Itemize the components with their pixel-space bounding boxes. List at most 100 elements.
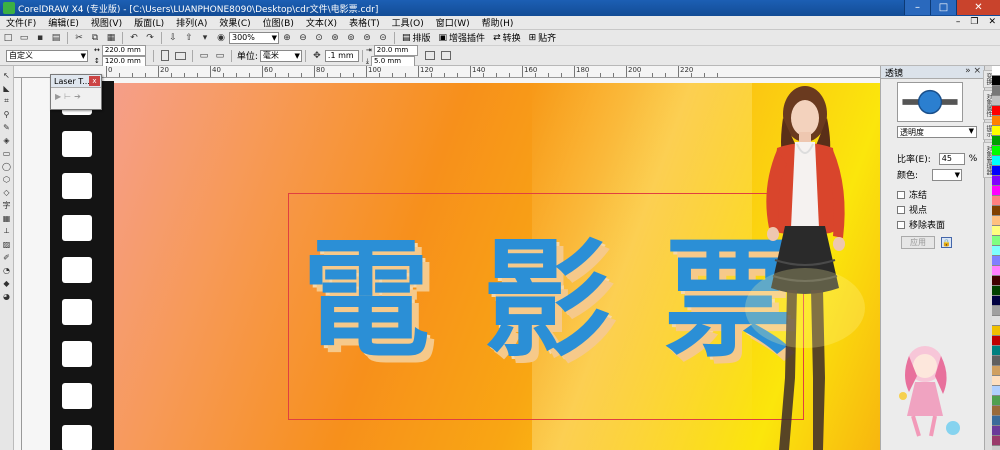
page-preset-combo[interactable]: 自定义 ▼	[6, 49, 88, 62]
palette-swatch[interactable]	[992, 326, 1000, 336]
palette-swatch[interactable]	[992, 296, 1000, 306]
launcher-icon[interactable]: ▾	[199, 32, 211, 44]
paste-icon[interactable]: ▦	[105, 32, 117, 44]
palette-swatch[interactable]	[992, 126, 1000, 136]
laser-node-icon[interactable]: ⊢	[64, 92, 71, 101]
remove-face-checkbox[interactable]	[897, 220, 905, 229]
palette-swatch[interactable]	[992, 236, 1000, 246]
polygon-tool-icon[interactable]: ⬡	[1, 174, 12, 184]
portrait-icon[interactable]	[159, 50, 171, 62]
close-button[interactable]: ✕	[956, 0, 1000, 15]
palette-swatch[interactable]	[992, 376, 1000, 386]
remove-face-row[interactable]: 移除表面	[897, 218, 945, 231]
palette-swatch[interactable]	[992, 76, 1000, 86]
menu-layout[interactable]: 版面(L)	[128, 16, 170, 29]
palette-swatch[interactable]	[992, 66, 1000, 76]
freehand-tool-icon[interactable]: ✎	[1, 122, 12, 132]
interactive-tool-icon[interactable]: ▨	[1, 239, 12, 249]
menu-effects[interactable]: 效果(C)	[213, 16, 256, 29]
laser-path-icon[interactable]: ▶	[55, 92, 61, 101]
freeze-row[interactable]: 冻结	[897, 188, 927, 201]
convert-button[interactable]: ⇄ 转换	[493, 31, 521, 45]
laser-tools-close-button[interactable]: x	[89, 76, 100, 86]
doc-minimize-button[interactable]: –	[956, 17, 961, 27]
lens-type-select[interactable]: 透明度 ▼	[897, 126, 977, 138]
maximize-button[interactable]: □	[930, 0, 956, 15]
menu-table[interactable]: 表格(T)	[343, 16, 386, 29]
menu-view[interactable]: 视图(V)	[85, 16, 128, 29]
doc-close-button[interactable]: ✕	[988, 17, 996, 27]
undo-icon[interactable]: ↶	[128, 32, 140, 44]
menu-file[interactable]: 文件(F)	[0, 16, 42, 29]
interactive-fill-icon[interactable]: ◕	[1, 291, 12, 301]
palette-swatch[interactable]	[992, 86, 1000, 96]
copy-icon[interactable]: ⧉	[89, 32, 101, 44]
lock-icon[interactable]: 🔒	[941, 237, 952, 248]
palette-swatch[interactable]	[992, 116, 1000, 126]
menu-bitmaps[interactable]: 位图(B)	[257, 16, 300, 29]
shape-tool-icon[interactable]: ◣	[1, 83, 12, 93]
viewpoint-checkbox[interactable]	[897, 205, 905, 214]
welcome-icon[interactable]: ◉	[215, 32, 227, 44]
landscape-icon[interactable]	[175, 50, 187, 62]
text-tool-icon[interactable]: 字	[1, 200, 12, 210]
zoom-width-icon[interactable]: ⊜	[361, 32, 373, 44]
palette-swatch[interactable]	[992, 96, 1000, 106]
palette-swatch[interactable]	[992, 276, 1000, 286]
menu-tools[interactable]: 工具(O)	[386, 16, 430, 29]
zoom-height-icon[interactable]: ⊝	[377, 32, 389, 44]
menu-edit[interactable]: 编辑(E)	[42, 16, 85, 29]
snap-button[interactable]: ⊞ 贴齐	[529, 31, 557, 45]
zoom-tool-icon[interactable]: ⚲	[1, 109, 12, 119]
palette-swatch[interactable]	[992, 256, 1000, 266]
laser-tools-window[interactable]: Laser T... x ▶ ⊢ ➔	[50, 74, 102, 110]
zoom-selected-icon[interactable]: ⊙	[313, 32, 325, 44]
basic-shapes-icon[interactable]: ◇	[1, 187, 12, 197]
ellipse-tool-icon[interactable]: ◯	[1, 161, 12, 171]
save-icon[interactable]: ▪	[34, 32, 46, 44]
palette-swatch[interactable]	[992, 146, 1000, 156]
palette-swatch[interactable]	[992, 426, 1000, 436]
palette-swatch[interactable]	[992, 166, 1000, 176]
laser-arrow-icon[interactable]: ➔	[74, 92, 81, 101]
redo-icon[interactable]: ↷	[144, 32, 156, 44]
units-combo[interactable]: 毫米 ▼	[259, 49, 302, 62]
palette-swatch[interactable]	[992, 356, 1000, 366]
menu-arrange[interactable]: 排列(A)	[170, 16, 213, 29]
enhance-plugin-button[interactable]: ▣ 增强插件	[439, 31, 486, 45]
new-icon[interactable]: □	[2, 32, 14, 44]
zoom-in-icon[interactable]: ⊕	[281, 32, 293, 44]
docker-controls-icon[interactable]: » ×	[965, 66, 981, 76]
menu-window[interactable]: 窗口(W)	[430, 16, 476, 29]
snap-objects-icon[interactable]	[440, 50, 452, 62]
palette-swatch[interactable]	[992, 156, 1000, 166]
palette-swatch[interactable]	[992, 106, 1000, 116]
palette-swatch[interactable]	[992, 216, 1000, 226]
cut-icon[interactable]: ✂	[73, 32, 85, 44]
open-icon[interactable]: ▭	[18, 32, 30, 44]
palette-swatch[interactable]	[992, 246, 1000, 256]
treat-as-filled-icon[interactable]	[424, 50, 436, 62]
pick-tool-icon[interactable]: ↖	[1, 70, 12, 80]
palette-swatch[interactable]	[992, 196, 1000, 206]
palette-swatch[interactable]	[992, 316, 1000, 326]
palette-swatch[interactable]	[992, 226, 1000, 236]
import-icon[interactable]: ⇩	[167, 32, 179, 44]
palette-swatch[interactable]	[992, 176, 1000, 186]
drawing-canvas[interactable]: 電 影 票	[22, 78, 880, 450]
rectangle-tool-icon[interactable]: ▭	[1, 148, 12, 158]
dup-y-input[interactable]: 5.0 mm	[371, 55, 416, 67]
vertical-ruler[interactable]	[14, 78, 22, 450]
eyedropper-icon[interactable]: ✐	[1, 252, 12, 262]
laser-tools-header[interactable]: Laser T... x	[51, 75, 101, 88]
palette-swatch[interactable]	[992, 396, 1000, 406]
ratio-input[interactable]: 45	[938, 152, 965, 165]
dimension-tool-icon[interactable]: ⟂	[1, 226, 12, 236]
palette-swatch[interactable]	[992, 386, 1000, 396]
smart-fill-icon[interactable]: ◈	[1, 135, 12, 145]
horizontal-ruler[interactable]: 0 20 40 60 80 100 120 140 160 180 200 220	[14, 66, 880, 78]
palette-swatch[interactable]	[992, 266, 1000, 276]
minimize-button[interactable]: –	[904, 0, 930, 15]
palette-swatch[interactable]	[992, 416, 1000, 426]
ticket-title[interactable]: 電 影 票	[302, 225, 792, 375]
